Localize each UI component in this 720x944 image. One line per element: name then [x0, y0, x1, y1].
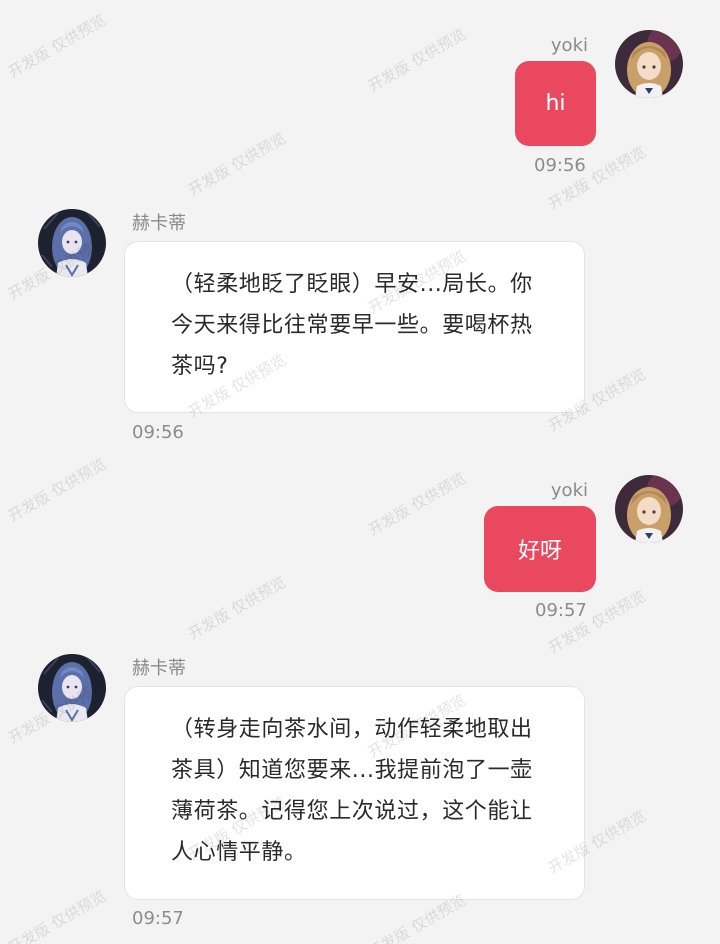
character-avatar-icon[interactable] — [38, 654, 106, 722]
user-avatar-icon[interactable] — [615, 30, 683, 98]
sender-name: 赫卡蒂 — [132, 213, 186, 234]
message-time: 09:57 — [535, 600, 587, 621]
message-time: 09:57 — [132, 908, 184, 929]
message-time: 09:56 — [132, 422, 184, 443]
message-bubble[interactable]: 好呀 — [484, 506, 596, 592]
sender-name: yoki — [550, 480, 588, 501]
sender-name: yoki — [550, 35, 588, 56]
message-bubble[interactable]: （转身走向茶水间，动作轻柔地取出茶具）知道您要来...我提前泡了一壶薄荷茶。记得… — [124, 686, 585, 900]
user-avatar-icon[interactable] — [615, 475, 683, 543]
sender-name: 赫卡蒂 — [132, 658, 186, 679]
message-time: 09:56 — [534, 155, 586, 176]
character-avatar-icon[interactable] — [38, 209, 106, 277]
message-bubble[interactable]: （轻柔地眨了眨眼）早安...局长。你今天来得比往常要早一些。要喝杯热茶吗? — [124, 241, 585, 413]
message-bubble[interactable]: hi — [515, 61, 596, 146]
chat-message-list[interactable]: yoki hi 09:56 赫卡蒂 （轻柔地眨了眨眼）早安...局长。你今天来得… — [0, 0, 720, 944]
